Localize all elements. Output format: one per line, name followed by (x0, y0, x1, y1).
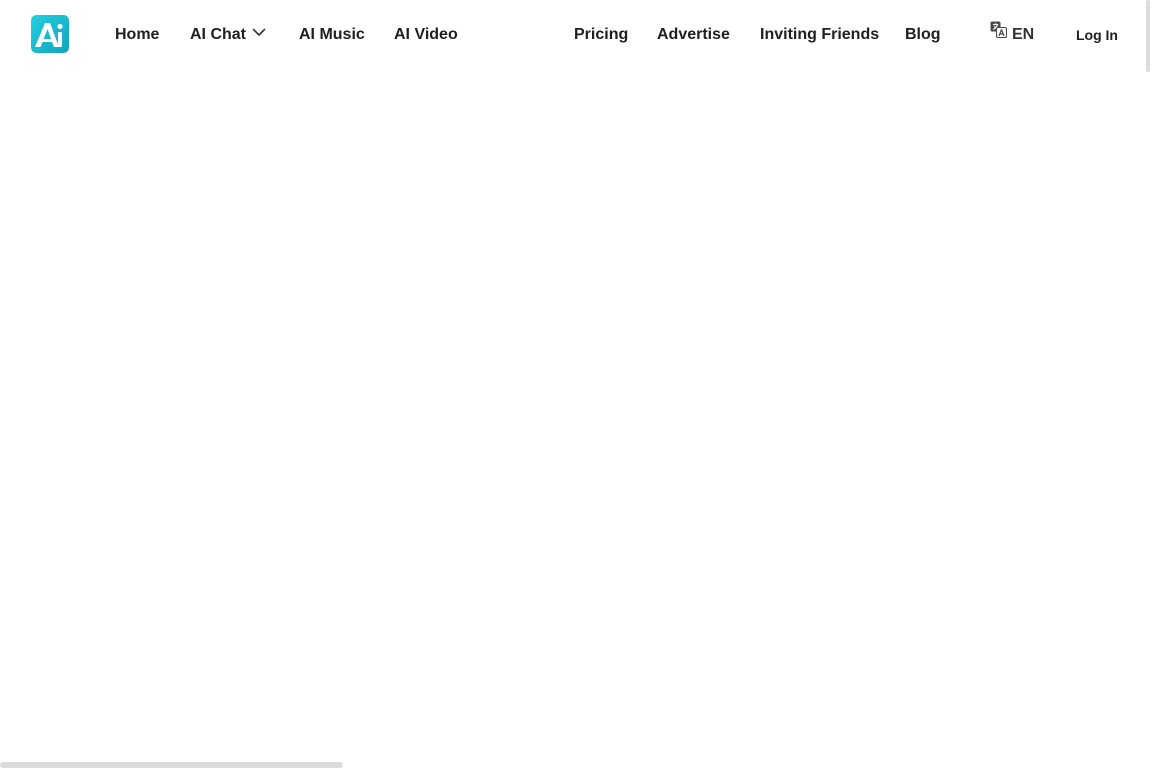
nav-inviting-friends[interactable]: Inviting Friends (760, 24, 879, 46)
nav-home[interactable]: Home (115, 24, 159, 46)
chevron-down-icon (252, 22, 266, 44)
vertical-scrollbar-thumb[interactable] (1146, 0, 1150, 72)
nav-blog[interactable]: Blog (905, 24, 941, 46)
ai-logo-icon[interactable] (31, 15, 69, 53)
language-label: EN (1012, 26, 1035, 43)
nav-pricing[interactable]: Pricing (574, 24, 628, 46)
nav-advertise[interactable]: Advertise (657, 24, 730, 46)
page: Home AI Chat AI Music AI Video Pricing A… (0, 0, 1152, 768)
language-switcher[interactable]: EN (990, 21, 1035, 46)
top-navbar: Home AI Chat AI Music AI Video Pricing A… (0, 0, 1152, 70)
horizontal-scrollbar-thumb[interactable] (0, 762, 343, 768)
nav-ai-chat[interactable]: AI Chat (190, 24, 266, 46)
nav-ai-video[interactable]: AI Video (394, 24, 458, 46)
nav-ai-chat-label: AI Chat (190, 26, 246, 43)
login-button[interactable]: Log In (1076, 25, 1118, 45)
nav-ai-music[interactable]: AI Music (299, 24, 365, 46)
main-content-area (0, 70, 1146, 760)
translate-icon (990, 21, 1008, 45)
